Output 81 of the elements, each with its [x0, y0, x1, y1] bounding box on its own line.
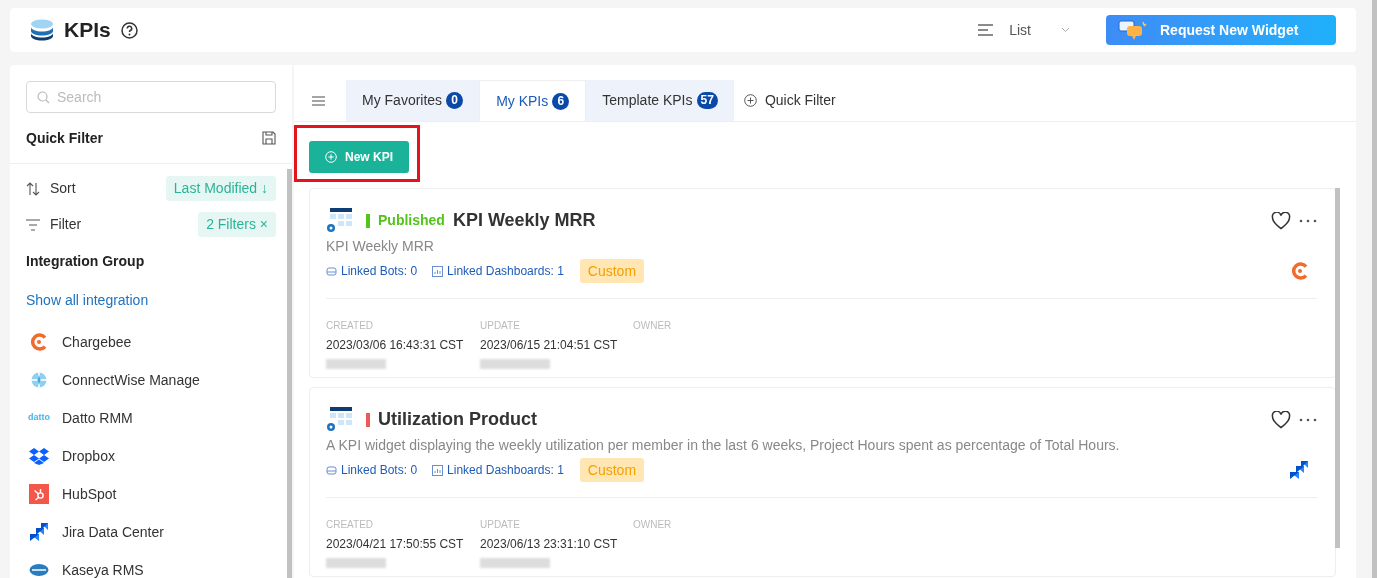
compass-icon: [30, 371, 48, 389]
blurred-owner-placeholder: [480, 359, 550, 369]
save-icon[interactable]: [262, 131, 276, 145]
more-icon[interactable]: [1299, 218, 1317, 223]
table-gear-icon: [326, 207, 352, 234]
created-date: 2023/03/06 16:43:31 CST: [326, 337, 465, 354]
integration-item[interactable]: HubSpot: [62, 483, 117, 505]
dropbox-logo-icon: [29, 447, 49, 465]
plus-circle-icon: [743, 94, 757, 107]
created-label: CREATED: [326, 319, 375, 333]
update-label: UPDATE: [480, 319, 521, 333]
tab[interactable]: My Favorites 0: [346, 80, 480, 121]
linked-bots-link[interactable]: Linked Bots: 0: [341, 461, 418, 479]
list-icon: [978, 24, 994, 36]
more-icon[interactable]: [1299, 417, 1317, 422]
show-all-integration-link[interactable]: Show all integration: [26, 290, 276, 311]
quick-filter-button[interactable]: Quick Filter: [733, 80, 846, 121]
sort-icon: [26, 181, 40, 196]
jira-logo-icon: [1289, 460, 1309, 480]
integration-item[interactable]: Dropbox: [62, 445, 115, 467]
created-date: 2023/04/21 17:50:55 CST: [326, 536, 465, 553]
quick-filter-title: Quick Filter: [26, 128, 104, 148]
help-icon[interactable]: [120, 21, 138, 39]
table-gear-icon: [326, 406, 352, 433]
update-label: UPDATE: [480, 518, 521, 532]
robot-icon: [326, 465, 337, 475]
integration-item[interactable]: ConnectWise Manage: [62, 369, 200, 391]
sidebar-scrollbar[interactable]: [287, 169, 292, 578]
kpi-title[interactable]: KPI Weekly MRR: [452, 207, 596, 234]
jira-logo-icon: [29, 522, 49, 542]
kpi-title[interactable]: Utilization Product: [378, 406, 537, 433]
owner-label: OWNER: [633, 319, 672, 333]
heart-icon[interactable]: [1271, 211, 1291, 230]
page-title: KPIs: [64, 17, 111, 44]
sort-label: Sort: [50, 179, 76, 198]
heart-icon[interactable]: [1271, 410, 1291, 429]
integration-item[interactable]: Chargebee: [62, 331, 132, 353]
count-badge: 0: [446, 92, 464, 109]
integration-group-title: Integration Group: [26, 252, 146, 271]
count-badge: 57: [696, 92, 718, 109]
chargebee-logo-icon: [1291, 262, 1309, 280]
tab[interactable]: Template KPIs 57: [586, 80, 734, 121]
tab[interactable]: My KPIs 6: [479, 80, 587, 121]
integration-item[interactable]: Jira Data Center: [62, 521, 164, 543]
status-label: Published: [378, 211, 445, 230]
plus-circle-icon: [325, 151, 337, 163]
update-date: 2023/06/15 21:04:51 CST: [480, 337, 619, 354]
view-select[interactable]: List: [978, 19, 1070, 41]
update-date: 2023/06/13 23:31:10 CST: [480, 536, 619, 553]
linked-dashboards-link[interactable]: Linked Dashboards: 1: [447, 262, 564, 280]
search-icon: [37, 91, 50, 104]
count-badge: 6: [552, 92, 570, 110]
chart-icon: [432, 265, 444, 277]
filter-icon: [26, 218, 40, 231]
search-field[interactable]: Search: [26, 81, 276, 113]
blurred-owner-placeholder: [326, 359, 386, 369]
blurred-owner-placeholder: [326, 558, 386, 568]
kpi-card[interactable]: Published KPI Weekly MRR KPI Weekly MRR Linked Bots: 0 Linked Dashboards: 1 Custom CREATED 2023/03/06 16:43:31 CST UPDATE 2023/06/15 21:04:51 CST OWNER: [309, 188, 1336, 378]
menu-icon[interactable]: [312, 96, 325, 106]
owner-label: OWNER: [633, 518, 672, 532]
chart-icon: [432, 464, 444, 476]
kpi-description: KPI Weekly MRR: [326, 237, 435, 256]
created-label: CREATED: [326, 518, 375, 532]
custom-tag: Custom: [579, 458, 645, 482]
datto-logo-text: datto: [28, 411, 50, 425]
chevron-down-icon: [1061, 27, 1070, 33]
content-scrollbar[interactable]: [1335, 188, 1340, 548]
integration-item[interactable]: Datto RMM: [62, 407, 133, 429]
hubspot-logo-icon: [29, 484, 49, 504]
linked-bots-link[interactable]: Linked Bots: 0: [341, 262, 418, 280]
robot-icon: [326, 266, 337, 276]
chargebee-logo-icon: [30, 333, 48, 351]
custom-tag: Custom: [579, 259, 645, 283]
database-icon: [30, 19, 54, 41]
chat-bubbles-icon: [1118, 19, 1148, 41]
integration-item[interactable]: Kaseya RMS: [62, 559, 144, 578]
linked-dashboards-link[interactable]: Linked Dashboards: 1: [447, 461, 564, 479]
kpi-description: A KPI widget displaying the weekly utilization per member in the last 6 weeks, Project Hours spent as percentage of Total Hours.: [326, 436, 1121, 455]
blurred-owner-placeholder: [480, 558, 550, 568]
filter-label: Filter: [50, 215, 82, 234]
page-scrollbar[interactable]: [1372, 0, 1377, 578]
